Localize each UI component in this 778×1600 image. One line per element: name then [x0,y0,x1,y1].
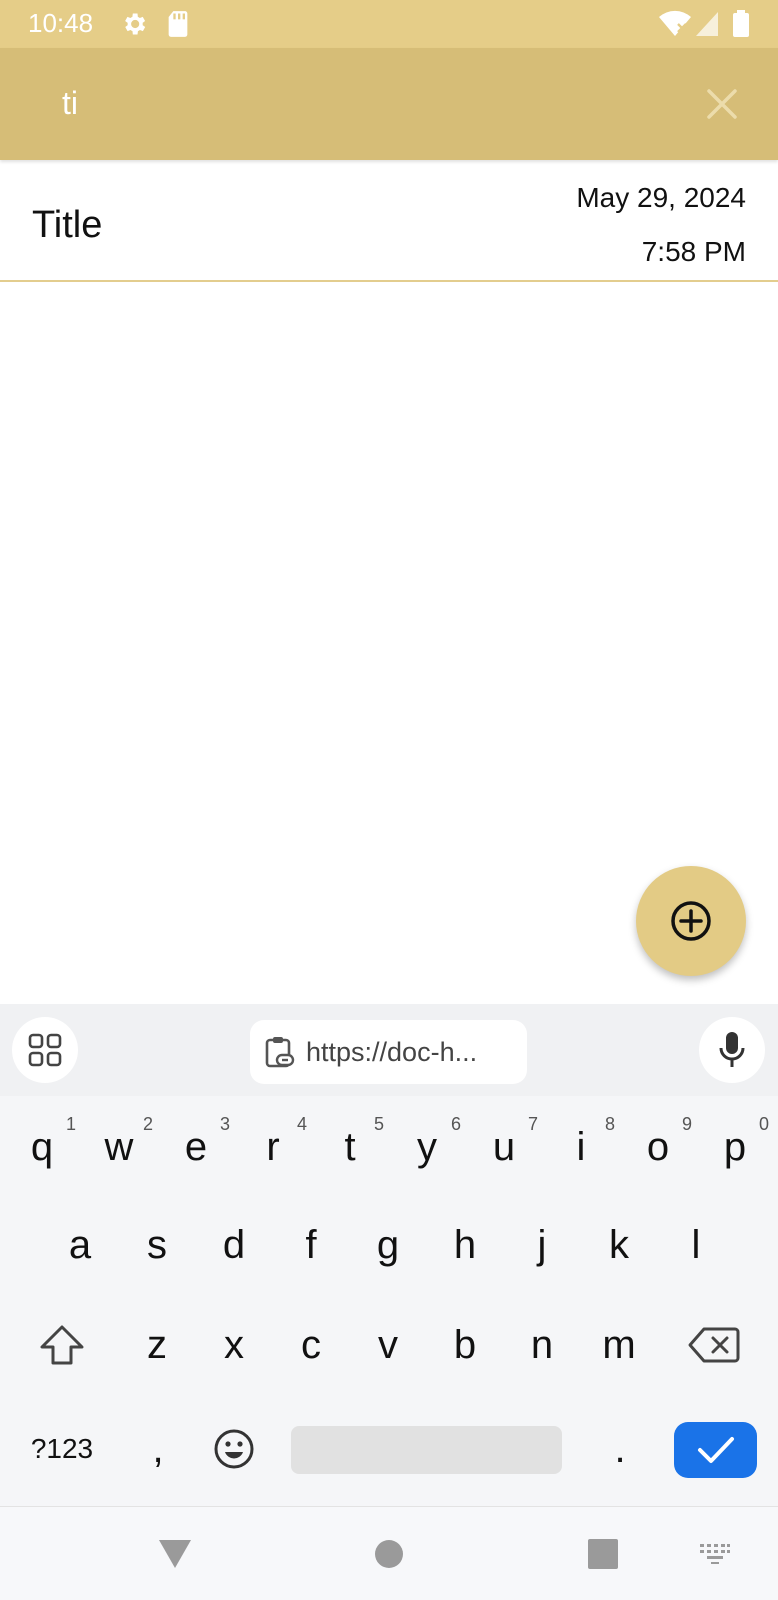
key-s[interactable]: s [119,1200,195,1290]
keyboard-toolbar: https://doc-h... [0,1004,778,1096]
key-hint: 0 [758,1114,769,1134]
emoji-key[interactable] [196,1404,272,1494]
keyboard-switch-button[interactable] [690,1529,740,1579]
sd-card-icon [166,10,190,42]
key-b[interactable]: b [427,1300,503,1390]
backspace-icon [688,1327,740,1363]
enter-key[interactable] [674,1422,757,1478]
key-f[interactable]: f [273,1200,349,1290]
key-o[interactable]: o9 [620,1102,696,1192]
key-hint: 2 [142,1114,153,1134]
note-title: Title [32,204,103,246]
home-circle-icon [375,1540,403,1568]
note-time: 7:58 PM [641,236,746,267]
shift-key[interactable] [24,1300,100,1390]
search-app-bar [0,48,778,160]
clipboard-text: https://doc-h... [306,1036,478,1067]
key-hint: 8 [604,1114,615,1134]
keyboard-icon [700,1544,730,1564]
shift-icon [40,1325,84,1365]
key-d[interactable]: d [196,1200,272,1290]
key-y[interactable]: y6 [389,1102,465,1192]
period-key[interactable]: . [582,1404,658,1494]
add-circle-icon [671,901,711,941]
status-bar: 10:48 [0,0,778,48]
key-r[interactable]: r4 [235,1102,311,1192]
key-i[interactable]: i8 [543,1102,619,1192]
grid-icon [28,1033,62,1067]
navigation-bar [0,1506,778,1600]
keyboard-keys: q1 w2 e3 r4 t5 y6 u7 i8 o9 p0 a s d f g … [0,1096,778,1506]
key-x[interactable]: x [196,1300,272,1390]
key-l[interactable]: l [658,1200,734,1290]
key-hint: 5 [373,1114,384,1134]
key-m[interactable]: m [581,1300,657,1390]
key-p[interactable]: p0 [697,1102,773,1192]
recents-button[interactable] [578,1529,628,1579]
keyboard-apps-button[interactable] [12,1017,78,1083]
key-hint: 4 [296,1114,307,1134]
checkmark-icon [697,1437,734,1463]
key-q[interactable]: q1 [4,1102,80,1192]
microphone-icon [719,1032,745,1067]
key-j[interactable]: j [504,1200,580,1290]
key-a[interactable]: a [42,1200,118,1290]
key-c[interactable]: c [273,1300,349,1390]
comma-key[interactable]: , [120,1404,196,1494]
emoji-icon [214,1429,254,1469]
key-n[interactable]: n [504,1300,580,1390]
keyboard: https://doc-h... q1 w2 e3 r4 t5 y6 u7 i8… [0,1004,778,1506]
voice-input-button[interactable] [699,1017,765,1083]
key-e[interactable]: e3 [158,1102,234,1192]
close-icon [707,89,737,119]
key-v[interactable]: v [350,1300,426,1390]
symbols-key[interactable]: ?123 [12,1404,112,1494]
clipboard-suggestion[interactable]: https://doc-h... [250,1020,527,1084]
backspace-key[interactable] [676,1300,752,1390]
key-hint: 9 [681,1114,692,1134]
space-key[interactable] [291,1426,562,1474]
search-input[interactable] [62,78,662,128]
signal-icon [694,10,720,42]
key-z[interactable]: z [119,1300,195,1390]
home-button[interactable] [364,1529,414,1579]
key-u[interactable]: u7 [466,1102,542,1192]
note-date: May 29, 2024 [576,182,746,213]
back-triangle-icon [159,1540,191,1568]
note-list-item[interactable]: Title May 29, 2024 7:58 PM [0,160,778,282]
back-button[interactable] [150,1529,200,1579]
key-hint: 3 [219,1114,230,1134]
key-t[interactable]: t5 [312,1102,388,1192]
add-note-button[interactable] [636,866,746,976]
recents-square-icon [588,1539,618,1569]
key-hint: 6 [450,1114,461,1134]
key-hint: 1 [65,1114,76,1134]
battery-icon [732,10,750,42]
key-g[interactable]: g [350,1200,426,1290]
key-h[interactable]: h [427,1200,503,1290]
key-w[interactable]: w2 [81,1102,157,1192]
key-k[interactable]: k [581,1200,657,1290]
wifi-icon [658,10,692,42]
clipboard-link-icon [265,1037,295,1068]
clear-search-button[interactable] [700,82,744,126]
key-hint: 7 [527,1114,538,1134]
status-time: 10:48 [28,8,94,38]
gear-icon [120,10,148,42]
